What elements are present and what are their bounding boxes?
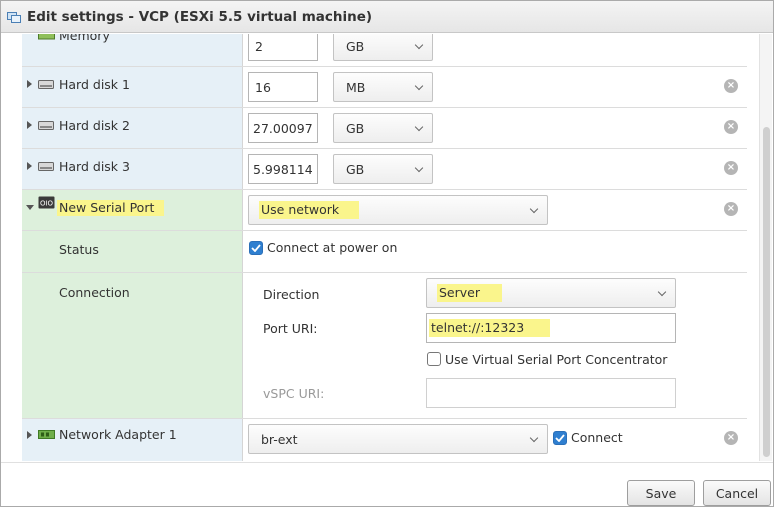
expand-caret-icon[interactable] [27, 431, 32, 439]
network-adapter-1-row: Network Adapter 1 br-ext Connect × [22, 419, 747, 461]
save-button[interactable]: Save [627, 480, 695, 506]
serial-port-label: New Serial Port [57, 200, 165, 216]
chevron-down-icon [414, 40, 424, 50]
memory-unit-select[interactable]: GB [333, 34, 433, 61]
status-row: Status Connect at power on [22, 231, 747, 273]
remove-hard-disk-3-icon[interactable]: × [724, 161, 738, 175]
chevron-down-icon [414, 163, 424, 173]
hard-disk-3-unit-select[interactable]: GB [333, 154, 433, 184]
network-adapter-1-value-cell: br-ext Connect × [243, 419, 747, 461]
remove-hard-disk-1-icon[interactable]: × [724, 79, 738, 93]
window-title: Edit settings - VCP (ESXi 5.5 virtual ma… [27, 8, 373, 25]
collapse-caret-icon[interactable] [26, 205, 34, 210]
chevron-down-icon [414, 81, 424, 91]
serial-port-icon: OIO [38, 196, 55, 209]
connection-label-cell: Connection [22, 273, 243, 418]
dialog-footer: Save Cancel [1, 462, 773, 506]
memory-label: Memory [59, 34, 110, 43]
memory-row: Memory 2 GB [22, 34, 747, 67]
remove-network-adapter-1-icon[interactable]: × [724, 431, 738, 445]
connection-value-cell: Direction Server Port URI: telnet://:123… [243, 273, 747, 418]
hard-disk-3-row: Hard disk 3 5.998114 GB × [22, 149, 747, 190]
port-uri-value: telnet://:12323 [429, 319, 551, 337]
chevron-down-icon [414, 122, 424, 132]
serial-port-type-select[interactable]: Use network [248, 195, 548, 225]
hard-disk-1-unit-select[interactable]: MB [333, 72, 433, 102]
chevron-down-icon [529, 433, 539, 443]
vm-settings-icon [7, 10, 21, 23]
network-adapter-1-label: Network Adapter 1 [59, 427, 177, 442]
network-connect-checkbox[interactable] [553, 431, 567, 445]
hard-disk-2-value-cell: 27.00097 GB × [243, 108, 747, 148]
port-uri-label: Port URI: [263, 321, 318, 336]
network-adapter-icon [38, 429, 55, 440]
hard-disk-1-row: Hard disk 1 16 MB × [22, 67, 747, 108]
title-bar[interactable]: Edit settings - VCP (ESXi 5.5 virtual ma… [1, 1, 773, 33]
svg-text:OIO: OIO [40, 200, 54, 208]
edit-settings-dialog: Edit settings - VCP (ESXi 5.5 virtual ma… [0, 0, 774, 507]
expand-caret-icon[interactable] [27, 80, 32, 88]
hard-disk-3-size-input[interactable]: 5.998114 [248, 154, 318, 184]
hard-disk-1-label: Hard disk 1 [59, 77, 130, 92]
serial-port-label-cell[interactable]: OIO New Serial Port [22, 190, 243, 230]
network-adapter-1-label-cell[interactable]: Network Adapter 1 [22, 419, 243, 461]
hard-disk-3-unit-value: GB [346, 161, 365, 177]
serial-port-type-cell: Use network × [243, 190, 747, 230]
hard-disk-icon [38, 79, 55, 90]
memory-label-cell: Memory [22, 34, 243, 66]
hard-disk-2-unit-select[interactable]: GB [333, 113, 433, 143]
memory-size-input[interactable]: 2 [248, 34, 318, 61]
vspc-checkbox[interactable] [427, 352, 441, 366]
remove-serial-port-icon[interactable]: × [724, 202, 738, 216]
hard-disk-icon [38, 161, 55, 172]
hard-disk-1-size-input[interactable]: 16 [248, 72, 318, 102]
connection-label: Connection [59, 285, 130, 300]
expand-caret-icon[interactable] [27, 162, 32, 170]
chevron-down-icon [657, 287, 667, 297]
network-connect-label: Connect [571, 430, 623, 445]
hard-disk-icon [38, 120, 55, 131]
settings-panel: Memory 2 GB Hard disk 1 16 MB × Hard dis… [1, 34, 773, 461]
vspc-uri-input[interactable] [426, 378, 676, 408]
hard-disk-2-label: Hard disk 2 [59, 118, 130, 133]
connect-at-power-on-label: Connect at power on [267, 240, 398, 255]
device-grid: Memory 2 GB Hard disk 1 16 MB × Hard dis… [22, 34, 747, 461]
hard-disk-2-unit-value: GB [346, 120, 365, 136]
memory-unit-value: GB [346, 38, 365, 54]
hard-disk-2-label-cell[interactable]: Hard disk 2 [22, 108, 243, 148]
port-uri-input[interactable]: telnet://:12323 [426, 313, 676, 343]
status-value-cell: Connect at power on [243, 231, 747, 272]
vertical-scrollbar[interactable] [759, 34, 772, 461]
direction-select[interactable]: Server [426, 278, 676, 308]
expand-caret-icon[interactable] [27, 121, 32, 129]
hard-disk-1-label-cell[interactable]: Hard disk 1 [22, 67, 243, 107]
cancel-button[interactable]: Cancel [703, 480, 771, 506]
serial-port-row: OIO New Serial Port Use network × [22, 190, 747, 231]
status-label-cell: Status [22, 231, 243, 272]
vspc-checkbox-label: Use Virtual Serial Port Concentrator [445, 352, 668, 367]
hard-disk-3-label: Hard disk 3 [59, 159, 130, 174]
chevron-down-icon [529, 204, 539, 214]
memory-icon [38, 34, 55, 42]
connection-row: Connection Direction Server Port URI: te… [22, 273, 747, 419]
remove-hard-disk-2-icon[interactable]: × [724, 120, 738, 134]
direction-value: Server [437, 284, 502, 302]
hard-disk-2-row: Hard disk 2 27.00097 GB × [22, 108, 747, 149]
hard-disk-2-size-input[interactable]: 27.00097 [248, 113, 318, 143]
hard-disk-1-value-cell: 16 MB × [243, 67, 747, 107]
network-select[interactable]: br-ext [248, 424, 548, 454]
scrollbar-thumb[interactable] [763, 127, 770, 457]
direction-label: Direction [263, 287, 320, 302]
network-value: br-ext [261, 431, 298, 447]
vspc-uri-label: vSPC URI: [263, 386, 325, 401]
memory-value-cell: 2 GB [243, 34, 747, 66]
status-label: Status [59, 242, 99, 257]
hard-disk-3-value-cell: 5.998114 GB × [243, 149, 747, 189]
hard-disk-1-unit-value: MB [346, 79, 366, 95]
connect-at-power-on-checkbox[interactable] [249, 241, 263, 255]
hard-disk-3-label-cell[interactable]: Hard disk 3 [22, 149, 243, 189]
serial-port-type-value: Use network [259, 201, 360, 219]
